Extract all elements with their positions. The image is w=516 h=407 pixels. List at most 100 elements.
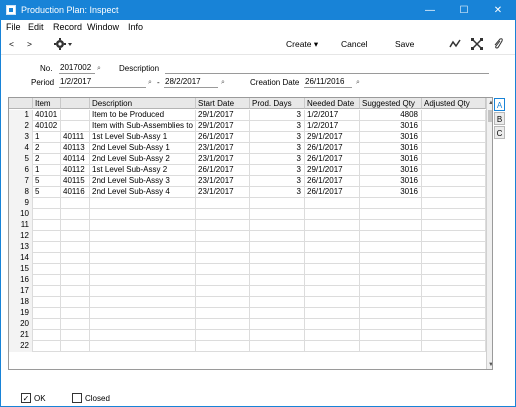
no-field[interactable]: 2017002 — [59, 63, 95, 74]
table-cell[interactable] — [61, 319, 90, 330]
table-row[interactable]: 16 — [9, 275, 486, 286]
table-row[interactable]: 7 5 40115 2nd Level Sub-Assy 3 23/1/2017 3 26/… — [9, 176, 486, 187]
create-button[interactable]: Create ▾ — [286, 39, 318, 50]
table-cell[interactable]: 40116 — [61, 187, 90, 198]
table-cell[interactable]: 3 — [250, 154, 305, 165]
table-cell[interactable] — [33, 341, 61, 352]
table-cell[interactable] — [196, 286, 250, 297]
table-cell[interactable] — [61, 110, 90, 121]
table-cell[interactable] — [33, 330, 61, 341]
table-cell[interactable]: 3016 — [360, 121, 422, 132]
table-cell[interactable] — [422, 220, 486, 231]
scroll-up-icon[interactable]: ▲ — [487, 98, 492, 108]
table-cell[interactable]: 29/1/2017 — [305, 165, 360, 176]
table-cell[interactable] — [422, 308, 486, 319]
table-cell[interactable] — [33, 198, 61, 209]
table-cell[interactable]: 2nd Level Sub-Assy 1 — [90, 143, 196, 154]
table-row[interactable]: 2 40102 Item with Sub-Assemblies to b 29/1/… — [9, 121, 486, 132]
table-cell[interactable] — [61, 330, 90, 341]
table-cell[interactable]: 26/1/2017 — [305, 143, 360, 154]
table-cell[interactable]: 3 — [250, 165, 305, 176]
table-cell[interactable] — [360, 330, 422, 341]
table-row[interactable]: 5 2 40114 2nd Level Sub-Assy 2 23/1/2017 3 26/… — [9, 154, 486, 165]
table-cell[interactable]: 1 — [33, 165, 61, 176]
paste-icon[interactable]: ⌕ — [97, 65, 101, 73]
table-cell[interactable] — [360, 341, 422, 352]
menu-file[interactable]: File — [6, 22, 21, 32]
table-cell[interactable] — [61, 253, 90, 264]
table-cell[interactable] — [61, 121, 90, 132]
table-row[interactable]: 22 — [9, 341, 486, 352]
table-cell[interactable] — [250, 209, 305, 220]
table-cell[interactable] — [33, 220, 61, 231]
table-cell[interactable] — [33, 253, 61, 264]
menu-edit[interactable]: Edit — [28, 22, 44, 32]
table-cell[interactable]: 2 — [33, 143, 61, 154]
paperclip-icon[interactable] — [493, 38, 503, 52]
table-cell[interactable] — [250, 341, 305, 352]
table-cell[interactable] — [61, 242, 90, 253]
table-cell[interactable] — [196, 242, 250, 253]
table-cell[interactable] — [422, 176, 486, 187]
paste-icon[interactable]: ⌕ — [148, 79, 152, 87]
scroll-down-icon[interactable]: ▼ — [487, 360, 492, 369]
table-cell[interactable] — [33, 231, 61, 242]
table-cell[interactable] — [422, 242, 486, 253]
table-cell[interactable]: 2nd Level Sub-Assy 2 — [90, 154, 196, 165]
table-cell[interactable] — [305, 220, 360, 231]
table-row[interactable]: 8 5 40116 2nd Level Sub-Assy 4 23/1/2017 3 26/… — [9, 187, 486, 198]
table-cell[interactable]: 5 — [33, 187, 61, 198]
table-cell[interactable]: 1st Level Sub-Assy 2 — [90, 165, 196, 176]
table-cell[interactable]: 23/1/2017 — [196, 176, 250, 187]
table-cell[interactable] — [422, 253, 486, 264]
table-cell[interactable]: 40114 — [61, 154, 90, 165]
menu-window[interactable]: Window — [87, 22, 119, 32]
table-cell[interactable] — [422, 264, 486, 275]
table-cell[interactable]: 3016 — [360, 143, 422, 154]
table-cell[interactable] — [305, 286, 360, 297]
table-cell[interactable]: 26/1/2017 — [196, 165, 250, 176]
table-cell[interactable] — [422, 154, 486, 165]
table-cell[interactable] — [90, 253, 196, 264]
column-header[interactable]: Needed Date — [305, 98, 360, 109]
table-cell[interactable] — [360, 308, 422, 319]
table-cell[interactable]: 26/1/2017 — [196, 132, 250, 143]
tab-c[interactable]: C — [494, 126, 505, 139]
creation-date-field[interactable]: 26/11/2016 — [304, 77, 352, 88]
table-row[interactable]: 21 — [9, 330, 486, 341]
table-cell[interactable] — [196, 209, 250, 220]
table-cell[interactable] — [305, 308, 360, 319]
table-row[interactable]: 20 — [9, 319, 486, 330]
table-cell[interactable]: Item with Sub-Assemblies to b — [90, 121, 196, 132]
table-cell[interactable] — [422, 286, 486, 297]
table-cell[interactable]: 26/1/2017 — [305, 176, 360, 187]
table-cell[interactable] — [196, 220, 250, 231]
table-cell[interactable]: 3 — [250, 132, 305, 143]
table-cell[interactable]: 3 — [250, 176, 305, 187]
table-cell[interactable]: 3 — [250, 121, 305, 132]
table-row[interactable]: 1 40101 Item to be Produced 29/1/2017 3 1/2/2… — [9, 110, 486, 121]
paste-icon[interactable]: ⌕ — [356, 79, 360, 87]
table-cell[interactable] — [305, 209, 360, 220]
table-cell[interactable] — [61, 341, 90, 352]
table-cell[interactable] — [196, 341, 250, 352]
table-cell[interactable] — [250, 319, 305, 330]
table-cell[interactable]: 23/1/2017 — [196, 187, 250, 198]
table-cell[interactable] — [250, 253, 305, 264]
table-cell[interactable] — [90, 231, 196, 242]
expand-icon[interactable] — [471, 38, 483, 52]
table-cell[interactable] — [61, 209, 90, 220]
table-cell[interactable] — [250, 330, 305, 341]
table-cell[interactable] — [250, 308, 305, 319]
table-cell[interactable] — [61, 231, 90, 242]
close-button[interactable]: ✕ — [481, 1, 515, 20]
table-cell[interactable]: 3 — [250, 143, 305, 154]
table-cell[interactable] — [90, 297, 196, 308]
table-row[interactable]: 12 — [9, 231, 486, 242]
table-cell[interactable]: 3 — [250, 187, 305, 198]
table-cell[interactable] — [250, 242, 305, 253]
table-cell[interactable] — [422, 187, 486, 198]
table-cell[interactable] — [61, 198, 90, 209]
table-row[interactable]: 19 — [9, 308, 486, 319]
description-field[interactable] — [165, 63, 489, 74]
